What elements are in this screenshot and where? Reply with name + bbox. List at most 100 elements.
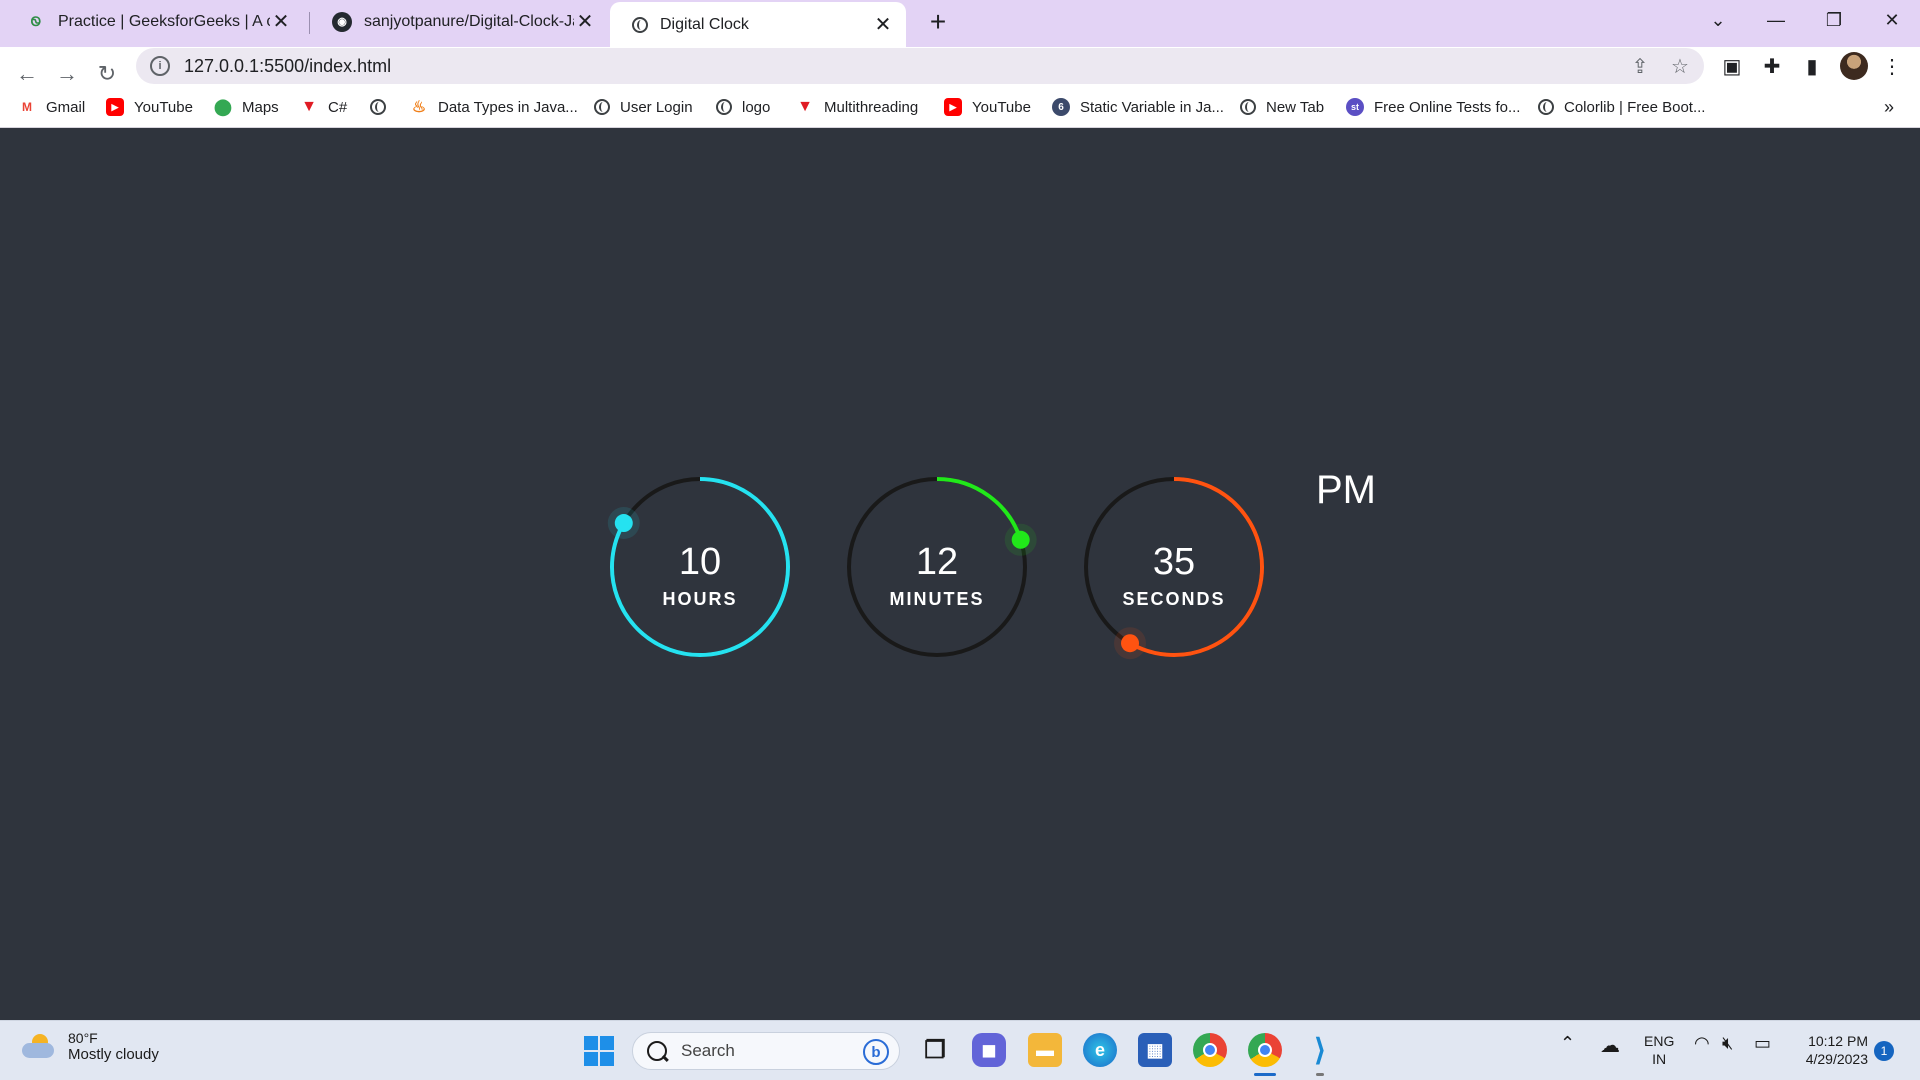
close-tab-icon[interactable]: ✕ xyxy=(574,11,596,33)
bookmark-gmail[interactable]: M Gmail xyxy=(18,96,85,118)
bookmark-youtube[interactable]: ▶ YouTube xyxy=(106,96,193,118)
bookmark-label: User Login xyxy=(620,98,693,116)
minimize-button[interactable]: — xyxy=(1748,0,1804,40)
share-icon[interactable]: ⇪ xyxy=(1628,54,1652,78)
extensions-icon[interactable]: ✚ xyxy=(1760,54,1784,78)
profile-avatar[interactable] xyxy=(1840,52,1868,80)
chrome-icon[interactable] xyxy=(1193,1033,1227,1067)
restore-button[interactable]: ❐ xyxy=(1806,0,1862,40)
bookmark-csharp[interactable]: ▼ C# xyxy=(300,96,347,118)
weather-temp: 80°F xyxy=(68,1030,98,1046)
bookmarks-overflow-button[interactable]: » xyxy=(1884,96,1894,118)
tutorialspoint-icon: ▼ xyxy=(301,98,317,115)
minutes-label: MINUTES xyxy=(889,589,985,609)
close-tab-icon[interactable]: ✕ xyxy=(270,11,292,33)
bookmarks-bar: M Gmail ▶ YouTube ⬤ Maps ▼ C# ♨ Data Typ… xyxy=(0,86,1920,128)
bookmark-data-types[interactable]: ♨ Data Types in Java... xyxy=(410,96,578,118)
language-indicator[interactable]: ENG IN xyxy=(1644,1032,1674,1068)
bookmark-logo[interactable]: logo xyxy=(716,96,770,118)
notification-badge[interactable]: 1 xyxy=(1874,1041,1894,1061)
am-pm-indicator: PM xyxy=(1316,468,1376,512)
taskbar: 80°F Mostly cloudy Search b ❐ ◼ ▬ e ▦ ⟩ … xyxy=(0,1020,1920,1080)
vscode-icon[interactable]: ⟩ xyxy=(1303,1033,1337,1067)
close-window-button[interactable]: ✕ xyxy=(1864,0,1920,40)
ring-dot xyxy=(1121,634,1140,653)
maps-pin-icon: ⬤ xyxy=(214,99,232,116)
search-icon xyxy=(647,1041,667,1061)
new-tab-button[interactable]: + xyxy=(922,6,954,38)
cloud-sun-icon xyxy=(22,1033,56,1060)
lang-line2: IN xyxy=(1652,1051,1667,1067)
bookmark-colorlib[interactable]: Colorlib | Free Boot... xyxy=(1538,96,1705,118)
bookmark-user-login[interactable]: User Login xyxy=(594,96,693,118)
bookmark-label: New Tab xyxy=(1266,98,1325,116)
picture-in-picture-icon[interactable]: ▣ xyxy=(1720,54,1744,78)
youtube-icon: ▶ xyxy=(944,98,962,116)
page-content: 10 HOURS 12 MINUTES 35 SECONDS PM xyxy=(0,129,1920,1020)
chrome-profile-icon[interactable] xyxy=(1248,1033,1282,1067)
hours-ring: 10 HOURS xyxy=(607,474,793,660)
url-text[interactable]: 127.0.0.1:5500/index.html xyxy=(184,56,391,77)
site-info-icon[interactable]: i xyxy=(150,56,170,76)
address-bar[interactable]: i 127.0.0.1:5500/index.html ⇪ ☆ xyxy=(136,48,1704,84)
taskbar-search[interactable]: Search b xyxy=(632,1032,900,1070)
bookmark-youtube-2[interactable]: ▶ YouTube xyxy=(944,96,1031,118)
tab-search-icon[interactable]: ⌄ xyxy=(1690,0,1746,40)
tab-geeksforgeeks[interactable]: Ꮻ Practice | GeeksforGeeks | A com ✕ xyxy=(4,0,304,43)
open-app-indicator xyxy=(1316,1073,1324,1076)
hours-label: HOURS xyxy=(662,589,738,609)
site-icon: 6 xyxy=(1052,98,1070,116)
chat-icon[interactable]: ◼ xyxy=(972,1033,1006,1067)
bookmark-free-online-tests[interactable]: st Free Online Tests fo... xyxy=(1346,96,1520,118)
clock-date[interactable]: 10:12 PM 4/29/2023 xyxy=(1796,1032,1868,1068)
bookmark-new-tab[interactable]: New Tab xyxy=(1240,96,1324,118)
bookmark-static-variable[interactable]: 6 Static Variable in Ja... xyxy=(1052,96,1224,118)
tab-strip: Ꮻ Practice | GeeksforGeeks | A com ✕ ◉ s… xyxy=(0,0,1920,47)
task-view-icon[interactable]: ❐ xyxy=(918,1033,952,1067)
bookmark-globe[interactable] xyxy=(370,96,396,118)
bookmark-maps[interactable]: ⬤ Maps xyxy=(214,96,279,118)
minutes-ring: 12 MINUTES xyxy=(844,474,1037,660)
show-hidden-icons[interactable]: ⌃ xyxy=(1560,1033,1575,1054)
youtube-icon: ▶ xyxy=(106,98,124,116)
close-tab-icon[interactable]: ✕ xyxy=(872,14,894,36)
bookmark-label: Colorlib | Free Boot... xyxy=(1564,98,1706,116)
bookmark-label: Multithreading xyxy=(824,98,919,116)
windows-start-icon[interactable] xyxy=(582,1033,616,1067)
taskbar-date: 4/29/2023 xyxy=(1805,1051,1868,1067)
bookmark-label: Free Online Tests fo... xyxy=(1374,98,1521,116)
hours-value: 10 xyxy=(678,541,722,583)
weather-widget[interactable]: 80°F Mostly cloudy xyxy=(22,1030,159,1063)
tab-github[interactable]: ◉ sanjyotpanure/Digital-Clock-Java ✕ xyxy=(310,0,608,43)
globe-icon xyxy=(632,16,648,33)
bookmark-star-icon[interactable]: ☆ xyxy=(1668,54,1692,78)
bing-icon[interactable]: b xyxy=(863,1039,889,1065)
bookmark-label: Static Variable in Ja... xyxy=(1080,98,1224,116)
wifi-icon[interactable]: ◠ xyxy=(1694,1033,1710,1054)
geeksforgeeks-icon: Ꮻ xyxy=(30,13,42,29)
bookmark-label: YouTube xyxy=(972,98,1031,116)
digital-clock: 10 HOURS 12 MINUTES 35 SECONDS PM xyxy=(600,468,1400,724)
onedrive-icon[interactable]: ☁ xyxy=(1600,1033,1620,1058)
bookmark-label: logo xyxy=(742,98,771,116)
volume-muted-icon[interactable]: 🔇︎ xyxy=(1722,1033,1733,1054)
globe-icon xyxy=(370,99,386,115)
search-placeholder: Search xyxy=(681,1041,735,1060)
bookmark-label: Data Types in Java... xyxy=(438,98,578,116)
menu-icon[interactable]: ⋮ xyxy=(1880,54,1904,78)
store-icon[interactable]: ▦ xyxy=(1138,1033,1172,1067)
file-explorer-icon[interactable]: ▬ xyxy=(1028,1033,1062,1067)
active-app-indicator xyxy=(1254,1073,1276,1076)
globe-icon xyxy=(1538,99,1554,115)
globe-icon xyxy=(716,99,732,115)
bookmark-multithreading[interactable]: ▼ Multithreading xyxy=(796,96,918,118)
minutes-value: 12 xyxy=(915,541,959,583)
seconds-label: SECONDS xyxy=(1122,589,1226,609)
battery-icon[interactable]: ▭ xyxy=(1754,1033,1771,1054)
seconds-value: 35 xyxy=(1152,541,1196,583)
github-icon: ◉ xyxy=(332,11,352,32)
side-panel-icon[interactable]: ▮ xyxy=(1800,54,1824,78)
edge-icon[interactable]: e xyxy=(1083,1033,1117,1067)
tab-digital-clock[interactable]: Digital Clock ✕ xyxy=(610,2,906,47)
globe-icon xyxy=(1240,99,1256,115)
